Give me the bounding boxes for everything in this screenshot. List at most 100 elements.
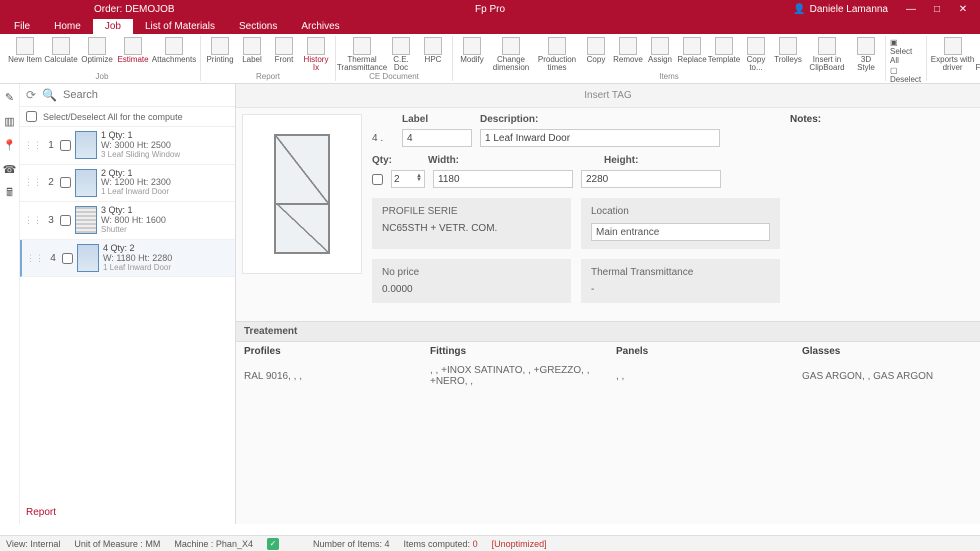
list-item[interactable]: ⋮⋮ 3 3 Qty: 1 W: 800 Ht: 1600 Shutter (20, 202, 235, 240)
window-maximize-button[interactable]: □ (924, 0, 950, 18)
num-items-label: Number of Items: (313, 539, 382, 549)
height-input[interactable] (581, 170, 721, 188)
hpc-button[interactable]: HPC (418, 36, 448, 72)
label-input[interactable] (402, 129, 472, 147)
height-label: Height: (604, 155, 638, 166)
barcode-icon[interactable]: ▥ (3, 114, 17, 128)
item-index: 2 (46, 177, 56, 188)
tab-sections[interactable]: Sections (227, 19, 289, 34)
optimize-icon (88, 37, 106, 55)
production-times-button[interactable]: Production times (535, 36, 579, 72)
item-index: 3 (46, 215, 56, 226)
item-checkbox[interactable] (60, 140, 71, 151)
trolleys-icon (779, 37, 797, 55)
estimate-icon (124, 37, 142, 55)
template-icon (715, 37, 733, 55)
new-item-icon (16, 37, 34, 55)
replace-icon (683, 37, 701, 55)
history-icon (307, 37, 325, 55)
insert-tag-label: Insert TAG (236, 84, 980, 108)
template-button[interactable]: Template (709, 36, 739, 72)
optimize-button[interactable]: Optimize (80, 36, 114, 72)
tab-job[interactable]: Job (93, 19, 133, 34)
check-icon: ✓ (267, 538, 279, 550)
3d-icon (857, 37, 875, 55)
table-row: RAL 9016, , , , , +INOX SATINATO, , +GRE… (236, 361, 980, 391)
modify-button[interactable]: Modify (457, 36, 487, 72)
cedoc-button[interactable]: C.E. Doc (386, 36, 416, 72)
item-thumbnail (75, 206, 97, 234)
item-checkbox[interactable] (62, 253, 73, 264)
history-button[interactable]: HistoryIx (301, 36, 331, 72)
item-thumbnail (77, 244, 99, 272)
location-input[interactable] (591, 223, 770, 241)
thermal-icon (353, 37, 371, 55)
estimate-button[interactable]: Estimate (116, 36, 150, 72)
hpc-icon (424, 37, 442, 55)
item-desc: 3 Leaf Sliding Window (101, 151, 180, 160)
chevron-updown-icon[interactable]: ▲▼ (416, 175, 422, 182)
list-item[interactable]: ⋮⋮ 4 4 Qty: 2 W: 1180 Ht: 2280 1 Leaf In… (20, 240, 235, 278)
send-fpworkshop-button[interactable]: Send to FPWorkshop (977, 36, 980, 72)
select-all-checkbox[interactable] (26, 111, 37, 122)
description-input[interactable] (480, 129, 720, 147)
user-menu[interactable]: 👤 Daniele Lamanna (793, 4, 888, 15)
window-minimize-button[interactable]: — (898, 0, 924, 18)
tab-home[interactable]: Home (42, 19, 93, 34)
qty-value: 2 (394, 174, 400, 185)
profile-serie-value: NC65STH + VETR. COM. (382, 223, 561, 234)
tab-archives[interactable]: Archives (289, 19, 351, 34)
qty-checkbox[interactable] (372, 174, 383, 185)
thermal-label: Thermal Transmittance (591, 267, 770, 278)
profile-serie-label: PROFILE SERIE (382, 206, 561, 217)
calculator-icon[interactable]: 🖩 (3, 186, 17, 200)
location-icon[interactable]: 📍 (3, 138, 17, 152)
assign-button[interactable]: Assign (645, 36, 675, 72)
user-icon: 👤 (793, 4, 805, 15)
phone-icon[interactable]: ☎ (3, 162, 17, 176)
user-name: Daniele Lamanna (810, 4, 888, 15)
width-input[interactable] (433, 170, 573, 188)
window-close-button[interactable]: ✕ (950, 0, 976, 18)
search-input[interactable] (63, 89, 229, 101)
change-dimension-button[interactable]: Change dimension (489, 36, 533, 72)
3dstyle-button[interactable]: 3D Style (851, 36, 881, 72)
thermal-value: - (591, 284, 770, 295)
edit-icon[interactable]: ✎ (3, 90, 17, 104)
search-icon[interactable]: 🔍 (42, 88, 57, 102)
treatment-section: Treatement Profiles Fittings Panels Glas… (236, 321, 980, 391)
front-button[interactable]: Front (269, 36, 299, 72)
attachments-button[interactable]: Attachments (152, 36, 196, 72)
trolleys-button[interactable]: Trolleys (773, 36, 803, 72)
report-link[interactable]: Report (26, 507, 56, 518)
label-button[interactable]: Label (237, 36, 267, 72)
remove-button[interactable]: Remove (613, 36, 643, 72)
group-ce-label: CE Document (369, 72, 419, 81)
location-card: Location (581, 198, 780, 249)
copy-button[interactable]: Copy (581, 36, 611, 72)
copy-to-button[interactable]: Copy to... (741, 36, 771, 72)
grip-icon: ⋮⋮ (24, 140, 42, 151)
insert-clipboard-button[interactable]: Insert in ClipBoard (805, 36, 849, 72)
replace-button[interactable]: Replace (677, 36, 707, 72)
printing-button[interactable]: Printing (205, 36, 235, 72)
tab-materials[interactable]: List of Materials (133, 19, 227, 34)
qty-stepper[interactable]: 2 ▲▼ (391, 170, 425, 188)
tab-file[interactable]: File (2, 19, 42, 34)
status-uom: Unit of Measure : MM (74, 539, 160, 549)
exports-driver-button[interactable]: Exports with driver (931, 36, 975, 72)
description-field-label: Description: (480, 114, 538, 125)
list-item[interactable]: ⋮⋮ 1 1 Qty: 1 W: 3000 Ht: 2500 3 Leaf Sl… (20, 127, 235, 165)
thermal-button[interactable]: Thermal Transmittance (340, 36, 384, 72)
refresh-icon[interactable]: ⟳ (26, 88, 36, 102)
grip-icon: ⋮⋮ (24, 177, 42, 188)
select-all-label: Select/Deselect All for the compute (43, 112, 183, 122)
list-item[interactable]: ⋮⋮ 2 2 Qty: 1 W: 1200 Ht: 2300 1 Leaf In… (20, 165, 235, 203)
new-item-button[interactable]: New Item (8, 36, 42, 72)
door-preview-icon (274, 134, 330, 254)
select-all-button[interactable]: ▣ Select All (890, 38, 922, 65)
item-checkbox[interactable] (60, 215, 71, 226)
item-checkbox[interactable] (60, 177, 71, 188)
calculate-button[interactable]: Calculate (44, 36, 78, 72)
item-desc: 1 Leaf Inward Door (101, 188, 171, 197)
